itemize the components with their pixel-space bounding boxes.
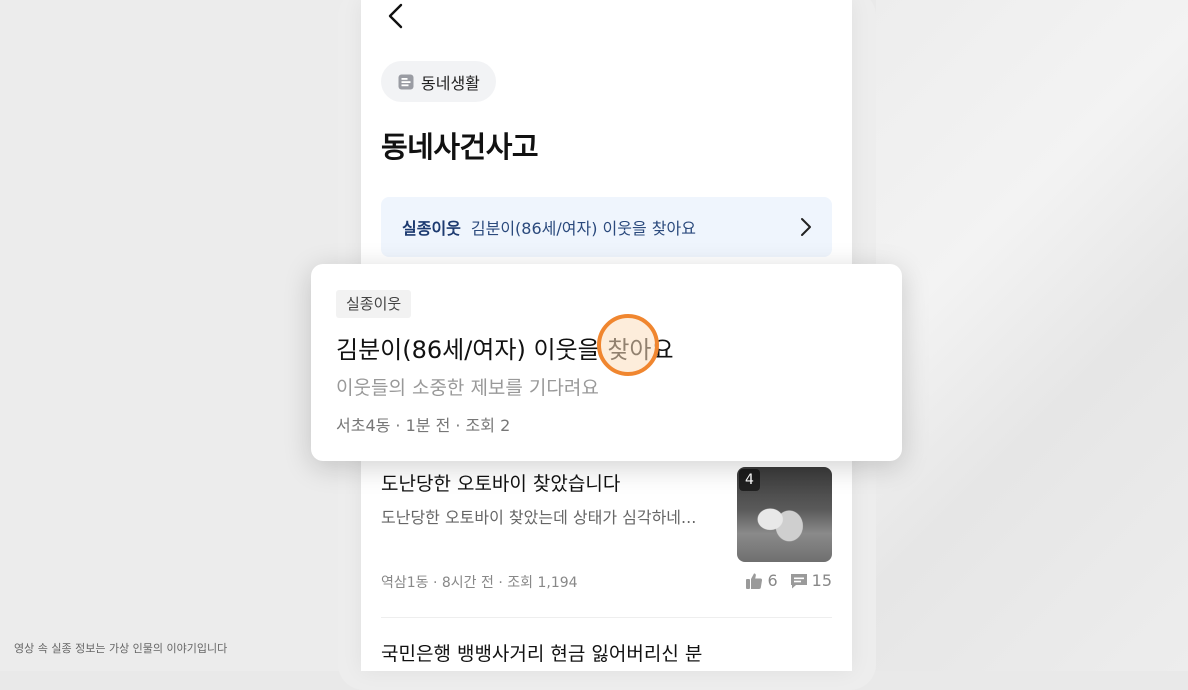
chevron-right-icon	[801, 218, 811, 236]
feed-item-reactions: 6 15	[745, 571, 832, 590]
popup-meta: 서초4동 · 1분 전 · 조회 2	[336, 416, 511, 435]
category-chip-label: 동네생활	[421, 73, 480, 93]
feed-item-meta: 역삼1동 · 8시간 전 · 조회 1,194	[381, 575, 578, 591]
back-button[interactable]	[383, 2, 411, 30]
like-count: 6	[767, 571, 778, 590]
board-icon	[398, 74, 414, 89]
missing-neighbor-banner[interactable]: 실종이웃 김분이(86세/여자) 이웃을 찾아요	[381, 197, 832, 257]
feed-item-thumbnail[interactable]: 4	[737, 467, 832, 562]
category-chip[interactable]: 동네생활	[381, 61, 496, 102]
popup-subtitle: 이웃들의 소중한 제보를 기다려요	[336, 377, 599, 399]
disclaimer-caption: 영상 속 실종 정보는 가상 인물의 이야기입니다	[14, 642, 228, 655]
missing-neighbor-popup-card[interactable]: 실종이웃 김분이(86세/여자) 이웃을 찾아요 이웃들의 소중한 제보를 기다…	[311, 264, 902, 461]
banner-tag: 실종이웃	[402, 219, 461, 238]
image-count-badge: 4	[739, 469, 760, 491]
popup-title: 김분이(86세/여자) 이웃을 찾아요	[336, 336, 674, 364]
chevron-left-icon	[388, 3, 403, 29]
banner-text: 김분이(86세/여자) 이웃을 찾아요	[470, 219, 696, 238]
feed-item[interactable]: 도난당한 오토바이 찾았습니다 도난당한 오토바이 찾았는데 상태가 심각하네.…	[381, 463, 832, 618]
feed-item-title: 도난당한 오토바이 찾았습니다	[381, 473, 621, 495]
feed-item-title[interactable]: 국민은행 뱅뱅사거리 현금 잃어버리신 분	[381, 639, 702, 666]
thumbs-up-icon	[746, 573, 763, 589]
comment-icon	[790, 573, 807, 588]
comment-count: 15	[811, 571, 832, 590]
page-title: 동네사건사고	[381, 130, 539, 164]
popup-tag: 실종이웃	[336, 290, 412, 318]
feed-item-snippet: 도난당한 오토바이 찾았는데 상태가 심각하네...	[381, 508, 697, 527]
background-right	[876, 0, 1188, 671]
background-left	[0, 0, 360, 671]
